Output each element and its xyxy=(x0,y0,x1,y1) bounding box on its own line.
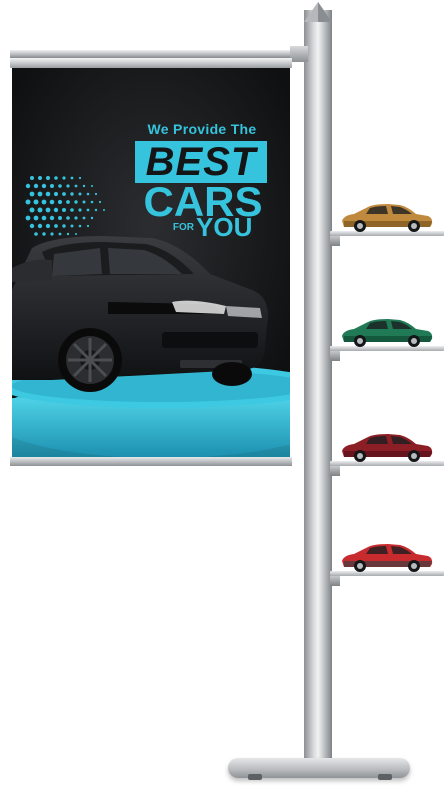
poster-top-rail xyxy=(10,58,292,68)
poster-tagline: We Provide The xyxy=(147,121,257,137)
model-car xyxy=(342,204,433,232)
base-foot xyxy=(248,774,262,780)
shelf-bracket xyxy=(330,466,340,476)
base-foot xyxy=(378,774,392,780)
poster-headline-for: FOR xyxy=(172,222,194,233)
pole-cap xyxy=(304,2,332,22)
model-car xyxy=(342,544,433,572)
shelf-bracket xyxy=(330,236,340,246)
shelf-bracket xyxy=(330,351,340,361)
display-pole xyxy=(304,10,332,768)
poster-bottom-rail xyxy=(10,457,292,466)
arm-bracket xyxy=(290,46,308,62)
shelf-bracket xyxy=(330,576,340,586)
model-car xyxy=(342,319,433,347)
poster-headline-you: YOU xyxy=(196,212,253,242)
model-car xyxy=(342,434,433,462)
banner-arm xyxy=(10,50,306,58)
